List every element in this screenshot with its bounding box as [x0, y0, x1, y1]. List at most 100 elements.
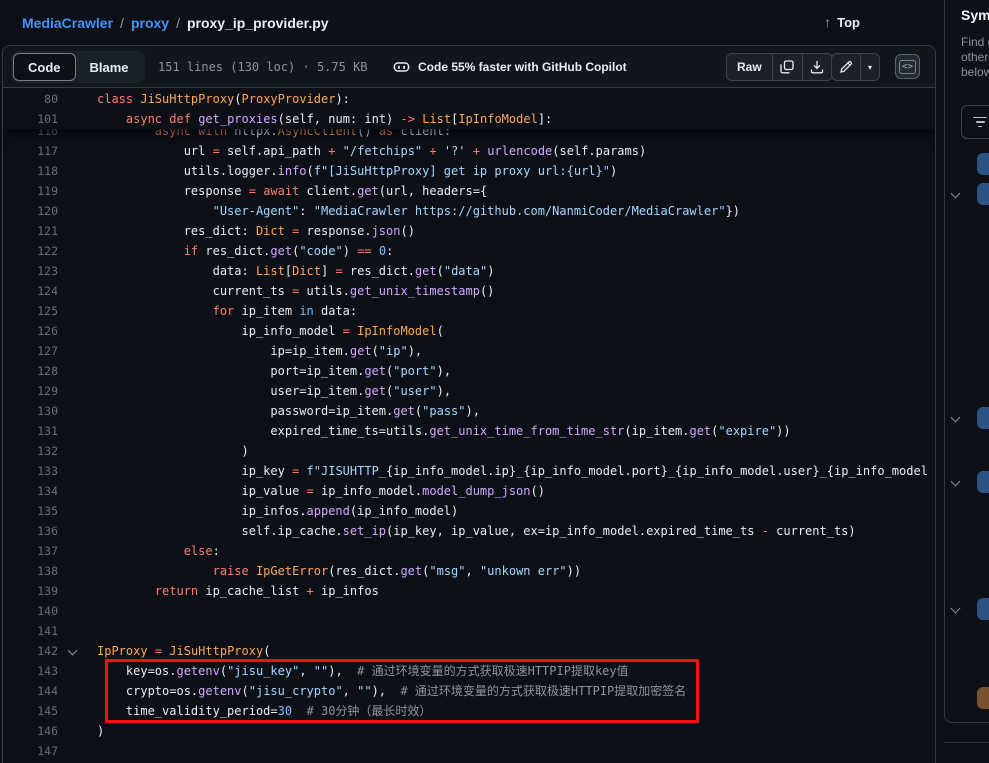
- line-number[interactable]: 124: [3, 281, 58, 301]
- code-text: class JiSuHttpProxy(ProxyProvider):: [58, 89, 350, 109]
- line-number[interactable]: 120: [3, 201, 58, 221]
- line-number[interactable]: 134: [3, 481, 58, 501]
- code-text: else:: [58, 541, 220, 561]
- code-line: 120 "User-Agent": "MediaCrawler https://…: [3, 201, 935, 221]
- file-name: proxy_ip_provider.py: [187, 15, 329, 31]
- code-text: for ip_item in data:: [58, 301, 357, 321]
- tab-blame[interactable]: Blame: [76, 53, 143, 81]
- line-number[interactable]: 142: [3, 641, 58, 661]
- chevron-glyph: [951, 189, 961, 199]
- line-number[interactable]: 118: [3, 161, 58, 181]
- code-text: crypto=os.getenv("jisu_crypto", ""), # 通…: [58, 681, 686, 701]
- line-number[interactable]: 122: [3, 241, 58, 261]
- download-icon: [810, 60, 824, 74]
- code-line: 137 else:: [3, 541, 935, 561]
- line-number[interactable]: 117: [3, 141, 58, 161]
- copilot-banner[interactable]: Code 55% faster with GitHub Copilot: [393, 46, 627, 88]
- sidebar-divider: [944, 742, 989, 743]
- code-text: password=ip_item.get("pass"),: [58, 401, 480, 421]
- line-number[interactable]: 133: [3, 461, 58, 481]
- line-number[interactable]: 137: [3, 541, 58, 561]
- download-raw-button[interactable]: [802, 54, 832, 80]
- copy-icon: [780, 60, 794, 74]
- path-separator: /: [113, 15, 131, 31]
- line-number[interactable]: 141: [3, 621, 58, 641]
- line-number[interactable]: 127: [3, 341, 58, 361]
- line-number[interactable]: 139: [3, 581, 58, 601]
- symbol-row: [945, 471, 989, 493]
- line-number[interactable]: 123: [3, 261, 58, 281]
- line-number[interactable]: 136: [3, 521, 58, 541]
- code-blame-switch: Code Blame: [11, 51, 145, 83]
- file-info: 151 lines (130 loc) · 5.75 KB: [158, 46, 368, 88]
- line-number[interactable]: 145: [3, 701, 58, 721]
- fold-chevron-down-icon[interactable]: [69, 647, 77, 655]
- code-text: [58, 741, 97, 761]
- line-number[interactable]: 128: [3, 361, 58, 381]
- back-to-top-button[interactable]: ↑ Top: [818, 9, 866, 35]
- code-line: 118 utils.logger.info(f"[JiSuHttpProxy] …: [3, 161, 935, 181]
- line-number[interactable]: 143: [3, 661, 58, 681]
- symbol-pill[interactable]: [977, 471, 989, 493]
- line-number[interactable]: 129: [3, 381, 58, 401]
- chevron-down-icon[interactable]: [952, 605, 959, 612]
- filter-icon: [973, 117, 987, 128]
- symbols-toggle-button[interactable]: <>: [895, 54, 920, 79]
- code-text: ip_info_model = IpInfoModel(: [58, 321, 444, 341]
- line-number[interactable]: 135: [3, 501, 58, 521]
- code-text: res_dict: Dict = response.json(): [58, 221, 415, 241]
- code-text: async def get_proxies(self, num: int) ->…: [58, 109, 552, 129]
- symbol-pill[interactable]: [977, 687, 989, 709]
- raw-button[interactable]: Raw: [727, 54, 772, 80]
- line-number[interactable]: 138: [3, 561, 58, 581]
- code-line: 117 url = self.api_path + "/fetchips" + …: [3, 141, 935, 161]
- symbol-pill[interactable]: [977, 183, 989, 205]
- line-number[interactable]: 144: [3, 681, 58, 701]
- edit-dropdown-button[interactable]: ▾: [860, 54, 879, 80]
- line-number[interactable]: 126: [3, 321, 58, 341]
- code-line: 132 ): [3, 441, 935, 461]
- symbol-row: [945, 598, 989, 620]
- line-number[interactable]: 80: [3, 89, 58, 109]
- symbols-filter-input[interactable]: [961, 105, 989, 139]
- tab-code[interactable]: Code: [13, 53, 76, 81]
- symbol-pill[interactable]: [977, 598, 989, 620]
- line-number[interactable]: 132: [3, 441, 58, 461]
- chevron-down-icon[interactable]: [952, 414, 959, 421]
- line-number[interactable]: 131: [3, 421, 58, 441]
- code-line: 128 port=ip_item.get("port"),: [3, 361, 935, 381]
- folder-link[interactable]: proxy: [131, 15, 169, 31]
- arrow-up-icon: ↑: [824, 14, 831, 30]
- symbol-row: [945, 153, 989, 175]
- line-number[interactable]: 140: [3, 601, 58, 621]
- chevron-down-icon: [68, 646, 78, 656]
- repo-link[interactable]: MediaCrawler: [22, 15, 113, 31]
- symbol-pill[interactable]: [977, 407, 989, 429]
- chevron-down-icon[interactable]: [952, 478, 959, 485]
- line-number[interactable]: 130: [3, 401, 58, 421]
- code-text: user=ip_item.get("user"),: [58, 381, 451, 401]
- line-number[interactable]: 147: [3, 741, 58, 761]
- code-text: current_ts = utils.get_unix_timestamp(): [58, 281, 494, 301]
- line-number[interactable]: 121: [3, 221, 58, 241]
- line-number[interactable]: 101: [3, 109, 58, 129]
- code-line: 101 async def get_proxies(self, num: int…: [3, 109, 935, 129]
- copy-raw-button[interactable]: [772, 54, 802, 80]
- symbol-row: [945, 183, 989, 205]
- code-panel: Code Blame 151 lines (130 loc) · 5.75 KB…: [2, 45, 936, 763]
- symbol-pill[interactable]: [977, 153, 989, 175]
- code-text: return ip_cache_list + ip_infos: [58, 581, 379, 601]
- code-line: 123 data: List[Dict] = res_dict.get("dat…: [3, 261, 935, 281]
- line-number[interactable]: 119: [3, 181, 58, 201]
- chevron-down-icon[interactable]: [952, 190, 959, 197]
- chevron-down-icon: ▾: [868, 63, 872, 72]
- code-text: key=os.getenv("jisu_key", ""), # 通过环境变量的…: [58, 661, 629, 681]
- line-number[interactable]: 125: [3, 301, 58, 321]
- edit-button[interactable]: [832, 54, 860, 80]
- code-text: ): [58, 721, 104, 741]
- code-line: 135 ip_infos.append(ip_info_model): [3, 501, 935, 521]
- symbol-row: [945, 687, 989, 709]
- line-number[interactable]: 146: [3, 721, 58, 741]
- code-line: 145 time_validity_period=30 # 30分钟（最长时效）: [3, 701, 935, 721]
- code-text: ip_key = f"JISUHTTP_{ip_info_model.ip}_{…: [58, 461, 928, 481]
